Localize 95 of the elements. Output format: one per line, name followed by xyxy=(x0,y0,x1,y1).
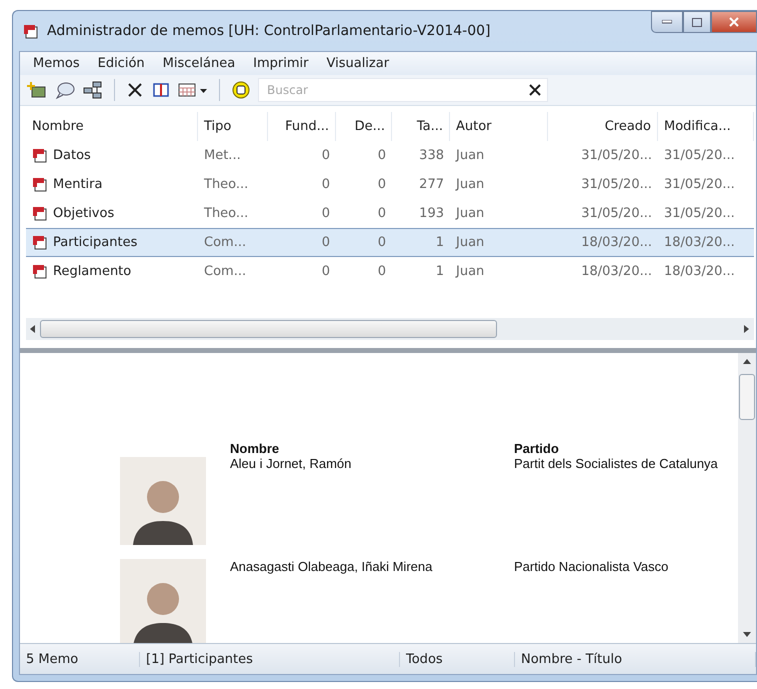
person-name: Anasagasti Olabeaga, Iñaki Mirena xyxy=(230,559,434,574)
table-cell: 18/03/20... xyxy=(658,228,754,257)
column-header[interactable]: Creado xyxy=(548,112,658,141)
close-button[interactable] xyxy=(711,11,757,33)
table-cell: Juan xyxy=(450,228,548,257)
scroll-down-icon[interactable] xyxy=(743,632,751,637)
horizontal-scrollbar[interactable] xyxy=(26,318,754,340)
table-cell-text: 193 xyxy=(418,205,445,223)
table-cell-text: 0 xyxy=(320,147,331,165)
new-memo-icon[interactable] xyxy=(26,80,48,100)
memo-icon xyxy=(32,235,48,250)
maximize-icon xyxy=(692,18,702,26)
column-header[interactable]: Modifica... xyxy=(658,112,754,141)
table-cell-text: Juan xyxy=(454,205,486,223)
table-cell-text: 338 xyxy=(418,147,445,165)
table-cell-text: 18/03/20... xyxy=(663,263,736,281)
table-cell-text: Theo... xyxy=(203,176,250,194)
minimize-icon xyxy=(662,20,672,24)
table-cell-text: 277 xyxy=(418,176,445,194)
menu-item[interactable]: Edición xyxy=(90,56,152,71)
table-cell-text: 31/05/20... xyxy=(580,205,653,223)
column-label: Partido xyxy=(514,441,560,456)
scroll-right-icon[interactable] xyxy=(744,325,750,333)
clear-icon[interactable] xyxy=(529,84,541,96)
table-cell-text: 0 xyxy=(376,176,387,194)
table-cell-text: Juan xyxy=(454,263,486,281)
status-text: Todos xyxy=(400,652,515,666)
speech-bubble-icon[interactable] xyxy=(54,80,76,100)
column-header[interactable]: Nombre xyxy=(26,112,198,141)
table-cell-text: 31/05/20... xyxy=(663,147,736,165)
status-text: Nombre - Título xyxy=(515,652,756,666)
memo-name-cell[interactable]: Objetivos xyxy=(26,199,198,228)
table-cell-text: 1 xyxy=(434,263,445,281)
close-icon xyxy=(729,17,739,27)
table-cell-text: 31/05/20... xyxy=(663,176,736,194)
table-cell-text: 0 xyxy=(320,176,331,194)
column-header[interactable]: De... xyxy=(336,112,392,141)
table-cell-text: 0 xyxy=(320,263,331,281)
search-field[interactable]: Buscar xyxy=(258,78,548,102)
menu-item[interactable]: Visualizar xyxy=(320,56,396,71)
menu-item[interactable]: Imprimir xyxy=(246,56,316,71)
scroll-left-icon[interactable] xyxy=(30,325,36,333)
tree-icon[interactable] xyxy=(82,80,104,100)
table-cell-text: Com... xyxy=(203,263,248,281)
vertical-scrollbar[interactable] xyxy=(738,353,756,643)
table-cell-text: Juan xyxy=(454,176,486,194)
memo-icon xyxy=(32,177,48,192)
column-header[interactable]: Autor xyxy=(450,112,548,141)
memo-name-cell[interactable]: Reglamento xyxy=(26,257,198,286)
column-header[interactable]: Fund... xyxy=(268,112,336,141)
table-cell: Com... xyxy=(198,228,268,257)
memo-name-cell[interactable]: Participantes xyxy=(26,228,198,257)
table-cell: 1 xyxy=(392,228,450,257)
column-header[interactable]: Ta... xyxy=(392,112,450,141)
party-name: Partido Nacionalista Vasco xyxy=(514,559,670,574)
memo-name-cell[interactable]: Datos xyxy=(26,141,198,170)
memo-name: Objetivos xyxy=(53,206,114,221)
memo-name: Reglamento xyxy=(53,264,132,279)
table-cell-text: 31/05/20... xyxy=(663,205,736,223)
memo-name: Mentira xyxy=(53,177,102,192)
maximize-button[interactable] xyxy=(683,11,711,33)
minimize-button[interactable] xyxy=(651,11,683,33)
table-cell-text: 31/05/20... xyxy=(580,176,653,194)
table-cell-text: 0 xyxy=(376,263,387,281)
table-cell: 0 xyxy=(336,228,392,257)
memo-name: Participantes xyxy=(53,235,138,250)
memo-icon xyxy=(32,264,48,279)
table-cell-text: 18/03/20... xyxy=(580,263,653,281)
scroll-up-icon[interactable] xyxy=(743,359,751,364)
memo-icon xyxy=(32,206,48,221)
window-title: Administrador de memos [UH: ControlParlamentario-V2014-00] xyxy=(47,23,490,39)
table-cell-text: 0 xyxy=(320,205,331,223)
ring-icon[interactable] xyxy=(230,79,252,101)
memo-icon xyxy=(32,148,48,163)
memo-name-cell[interactable]: Mentira xyxy=(26,170,198,199)
memo-name: Datos xyxy=(53,148,91,163)
column-header[interactable]: Tipo xyxy=(198,112,268,141)
table-cell-text: Met... xyxy=(203,147,242,165)
person-name: Aleu i Jornet, Ramón xyxy=(230,456,352,471)
memo-icon xyxy=(23,24,39,38)
party-name: Partit dels Socialistes de Catalunya xyxy=(514,456,719,471)
table-cell-text: 31/05/20... xyxy=(580,147,653,165)
status-text: 5 Memo xyxy=(20,652,140,666)
menu-item[interactable]: Memos xyxy=(26,56,87,71)
table-cell: 0 xyxy=(268,228,336,257)
table-cell-text: 0 xyxy=(376,147,387,165)
scroll-thumb[interactable] xyxy=(739,374,755,420)
menu-item[interactable]: Miscelánea xyxy=(156,56,242,71)
column-label: Nombre xyxy=(230,441,280,456)
table-cell-text: 0 xyxy=(376,205,387,223)
scroll-thumb[interactable] xyxy=(40,320,497,338)
table-cell: 18/03/20... xyxy=(548,228,658,257)
status-text: [1] Participantes xyxy=(140,652,400,666)
table-cell-text: Theo... xyxy=(203,205,250,223)
table-cell-text: Juan xyxy=(454,147,486,165)
